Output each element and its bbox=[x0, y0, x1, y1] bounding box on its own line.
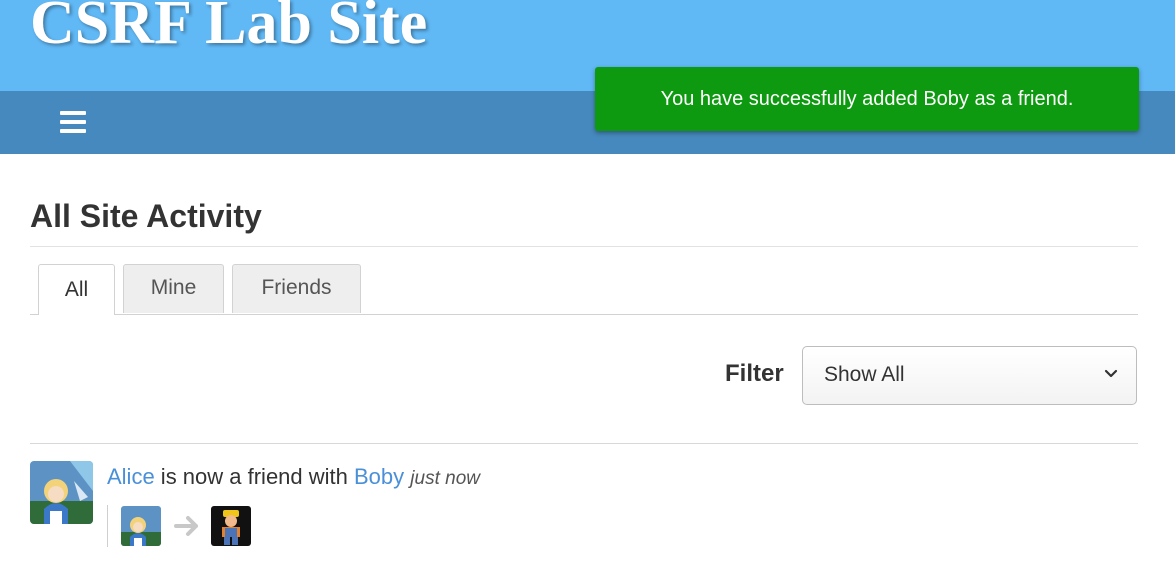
filter-select[interactable]: Show All bbox=[802, 346, 1137, 405]
avatar-alice[interactable] bbox=[30, 461, 93, 524]
activity-time: just now bbox=[410, 468, 480, 489]
avatar-alice-small[interactable] bbox=[121, 506, 161, 546]
tabs-divider bbox=[30, 314, 1138, 315]
site-title[interactable]: CSRF Lab Site bbox=[30, 0, 427, 59]
avatar-boby-small[interactable] bbox=[211, 506, 251, 546]
heading-divider bbox=[30, 246, 1138, 247]
activity-verb: is now a friend with bbox=[154, 464, 354, 489]
arrow-right-icon bbox=[174, 516, 198, 536]
activity-entry: Alice is now a friend with Boby just now bbox=[107, 464, 480, 490]
list-divider bbox=[30, 443, 1138, 444]
target-link[interactable]: Boby bbox=[354, 464, 404, 489]
tab-all[interactable]: All bbox=[38, 264, 115, 315]
attachment-bar bbox=[107, 505, 108, 547]
tab-mine[interactable]: Mine bbox=[123, 264, 224, 313]
page-title: All Site Activity bbox=[30, 198, 262, 234]
tab-friends[interactable]: Friends bbox=[232, 264, 361, 313]
chevron-down-icon bbox=[1104, 369, 1118, 378]
menu-icon[interactable] bbox=[60, 111, 88, 135]
filter-selected-value: Show All bbox=[824, 363, 905, 386]
success-toast: You have successfully added Boby as a fr… bbox=[595, 67, 1139, 131]
actor-link[interactable]: Alice bbox=[107, 464, 155, 489]
filter-label: Filter bbox=[725, 360, 784, 387]
